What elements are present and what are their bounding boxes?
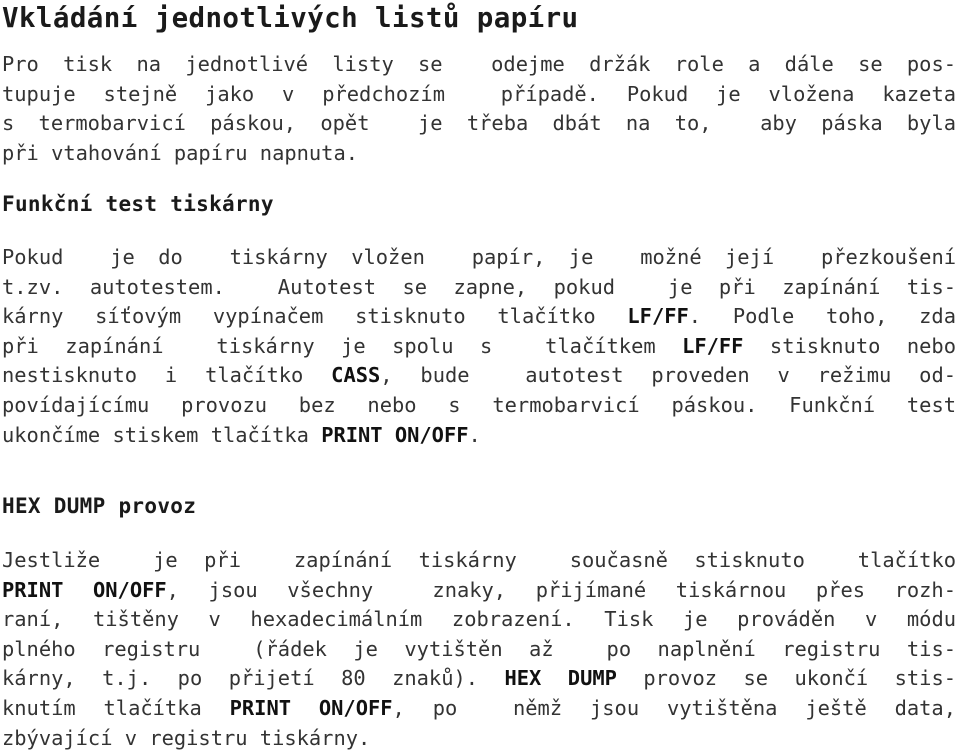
page-title: Vkládání jednotlivých listů papíru bbox=[2, 2, 579, 34]
text-line: při vtahování papíru napnuta. bbox=[2, 140, 359, 165]
text-run: ukončíme stiskem tlačítka bbox=[2, 422, 322, 447]
text-line: Jestliže je při zapínání tiskárny součas… bbox=[2, 546, 956, 576]
text-line: povídajícímu provozu bez nebo s termobar… bbox=[2, 391, 956, 421]
text-run: plného registru (řádek je vytištěn až po… bbox=[2, 636, 956, 661]
key-label: PRINT ON/OFF bbox=[2, 577, 167, 602]
text-run: kárny síťovým vypínačem stisknuto tlačít… bbox=[2, 304, 628, 329]
text-run: Jestliže je při zapínání tiskárny součas… bbox=[2, 548, 956, 572]
text-run: při zapínání tiskárny je spolu s tlačítk… bbox=[2, 333, 683, 358]
text-line: při zapínání tiskárny je spolu s tlačítk… bbox=[2, 332, 956, 362]
text-run: nestisknuto i tlačítko bbox=[2, 363, 332, 388]
text-line: zbývající v registru tiskárny. bbox=[2, 724, 956, 753]
key-label: LF/FF bbox=[682, 333, 744, 358]
section-heading-hex-dump: HEX DUMP provoz bbox=[2, 494, 197, 518]
key-label: PRINT ON/OFF bbox=[321, 422, 469, 447]
text-run: . Podle toho, zda bbox=[688, 304, 956, 329]
text-run: t.zv. autotestem. Autotest se zapne, pok… bbox=[2, 274, 956, 299]
text-run: , bude autotest proveden v režimu od- bbox=[380, 363, 956, 388]
key-label: PRINT ON/OFF bbox=[229, 695, 393, 720]
text-line: Pro tisk na jednotlivé listy se odejme d… bbox=[2, 52, 956, 76]
text-run: zbývající v registru tiskárny. bbox=[2, 725, 371, 750]
text-line: tupuje stejně jako v předchozím případě.… bbox=[2, 81, 956, 106]
text-run: , po němž jsou vytištěna ještě data, bbox=[392, 695, 956, 720]
text-run: raní, tištěny v hexadecimálním zobrazení… bbox=[2, 607, 956, 632]
text-line: plného registru (řádek je vytištěn až po… bbox=[2, 635, 956, 665]
function-test-paragraph: Pokud je do tiskárny vložen papír, je mo… bbox=[2, 243, 956, 450]
text-run: , jsou všechny znaky, přijímané tiskárno… bbox=[166, 577, 956, 602]
text-run: Pokud je do tiskárny vložen papír, je mo… bbox=[2, 245, 956, 269]
text-line: knutím tlačítka PRINT ON/OFF, po němž js… bbox=[2, 694, 956, 724]
text-line: nestisknuto i tlačítko CASS, bude autote… bbox=[2, 361, 956, 391]
section-heading-function-test: Funkční test tiskárny bbox=[2, 192, 274, 216]
text-line: t.zv. autotestem. Autotest se zapne, pok… bbox=[2, 273, 956, 303]
key-label: LF/FF bbox=[627, 304, 689, 329]
hex-dump-paragraph: Jestliže je při zapínání tiskárny součas… bbox=[2, 546, 956, 753]
text-line: kárny, t.j. po přijetí 80 znaků). HEX DU… bbox=[2, 664, 956, 694]
text-line: raní, tištěny v hexadecimálním zobrazení… bbox=[2, 605, 956, 635]
key-label: HEX DUMP bbox=[504, 666, 617, 691]
text-run: . bbox=[468, 422, 481, 447]
text-run: provoz se ukončí stis- bbox=[616, 666, 956, 691]
intro-paragraph: Pro tisk na jednotlivé listy se odejme d… bbox=[2, 50, 956, 168]
text-line: PRINT ON/OFF, jsou všechny znaky, přijím… bbox=[2, 576, 956, 606]
text-line: kárny síťovým vypínačem stisknuto tlačít… bbox=[2, 302, 956, 332]
text-run: stisknuto nebo bbox=[743, 333, 956, 358]
text-line: Pokud je do tiskárny vložen papír, je mo… bbox=[2, 243, 956, 273]
text-run: kárny, t.j. po přijetí 80 znaků). bbox=[2, 666, 505, 691]
text-line: ukončíme stiskem tlačítka PRINT ON/OFF. bbox=[2, 421, 956, 451]
key-label: CASS bbox=[331, 363, 381, 388]
text-line: s termobarvicí páskou, opět je třeba dbá… bbox=[2, 111, 956, 136]
document-page: Vkládání jednotlivých listů papíru Pro t… bbox=[0, 0, 960, 750]
text-run: knutím tlačítka bbox=[2, 695, 230, 720]
text-run: povídajícímu provozu bez nebo s termobar… bbox=[2, 392, 956, 417]
